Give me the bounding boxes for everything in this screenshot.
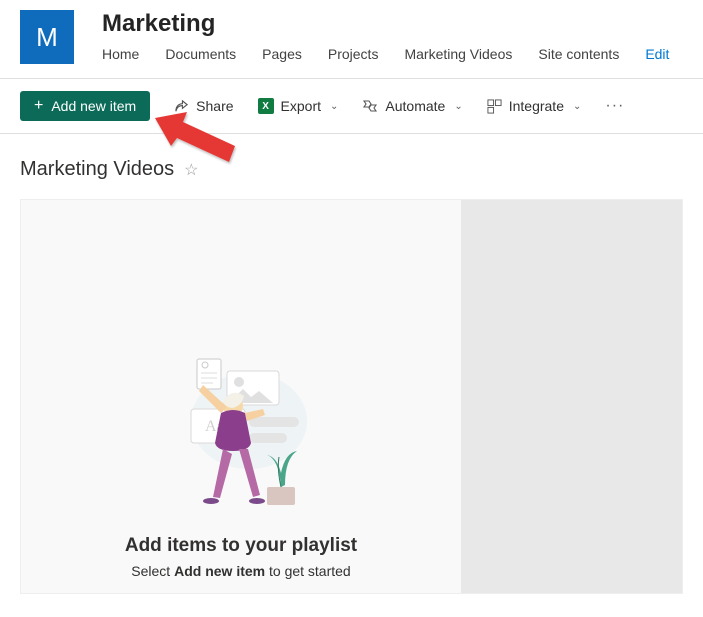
site-title[interactable]: Marketing — [102, 10, 683, 38]
export-button[interactable]: X Export ⌄ — [258, 98, 339, 114]
nav-edit-link[interactable]: Edit — [645, 46, 669, 62]
content-area: Aa — [20, 199, 683, 594]
automate-button[interactable]: Automate ⌄ — [362, 98, 462, 114]
nav-item-projects[interactable]: Projects — [328, 46, 379, 62]
chevron-down-icon: ⌄ — [454, 101, 462, 112]
empty-state-illustration-icon: Aa — [161, 351, 321, 521]
chevron-down-icon: ⌄ — [573, 101, 581, 112]
add-new-item-button[interactable]: + Add new item — [20, 91, 150, 121]
command-bar: + Add new item Share X Export ⌄ Automate… — [0, 79, 703, 134]
grid-icon — [487, 99, 502, 114]
site-nav: Home Documents Pages Projects Marketing … — [102, 46, 683, 62]
integrate-button[interactable]: Integrate ⌄ — [487, 98, 582, 114]
empty-state-panel: Aa — [21, 200, 461, 593]
share-button[interactable]: Share — [174, 98, 233, 114]
empty-state-subtext: Select Add new item to get started — [131, 563, 350, 579]
page-title-row: Marketing Videos ☆ — [0, 134, 703, 199]
share-label: Share — [196, 98, 233, 114]
site-logo-letter: M — [36, 22, 58, 53]
page-title: Marketing Videos — [20, 158, 174, 181]
excel-icon: X — [258, 98, 274, 114]
nav-item-home[interactable]: Home — [102, 46, 139, 62]
nav-item-documents[interactable]: Documents — [165, 46, 236, 62]
automate-label: Automate — [385, 98, 445, 114]
share-icon — [174, 99, 189, 114]
flow-icon — [362, 98, 378, 114]
side-panel — [461, 200, 682, 593]
favorite-star-icon[interactable]: ☆ — [184, 160, 198, 180]
plus-icon: + — [34, 98, 43, 114]
nav-item-marketing-videos[interactable]: Marketing Videos — [404, 46, 512, 62]
add-new-item-label: Add new item — [51, 98, 136, 114]
integrate-label: Integrate — [509, 98, 564, 114]
chevron-down-icon: ⌄ — [330, 101, 338, 112]
empty-state-heading: Add items to your playlist — [125, 535, 357, 557]
more-commands-button[interactable]: ··· — [605, 97, 624, 115]
site-info: Marketing Home Documents Pages Projects … — [102, 10, 683, 62]
site-logo[interactable]: M — [20, 10, 74, 64]
export-label: Export — [281, 98, 321, 114]
nav-item-pages[interactable]: Pages — [262, 46, 302, 62]
nav-item-site-contents[interactable]: Site contents — [538, 46, 619, 62]
site-header: M Marketing Home Documents Pages Project… — [0, 0, 703, 64]
